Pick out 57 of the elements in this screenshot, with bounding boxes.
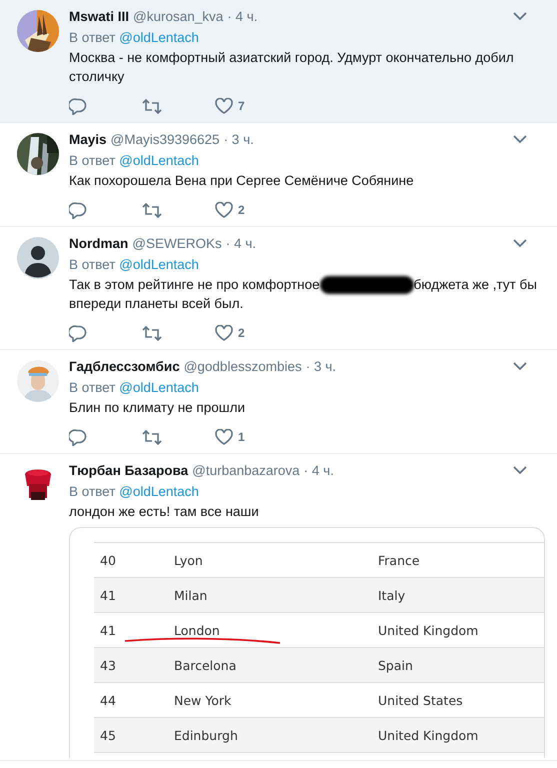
table-cell-text: 43 xyxy=(99,658,117,673)
user-name[interactable]: Nordman xyxy=(69,236,128,251)
table-cell-text: 41 xyxy=(99,622,117,638)
mention-link[interactable]: @oldLentach xyxy=(119,30,199,45)
table-cell-text: 40 xyxy=(99,552,117,568)
user-handle[interactable]: @godblesszombies xyxy=(184,359,302,374)
reply-context: В ответ @oldLentach xyxy=(69,483,200,502)
reply-context: В ответ @oldLentach xyxy=(69,29,200,47)
tweet-time[interactable]: · 4 ч. xyxy=(227,9,258,24)
table-cell: United Kingdom xyxy=(378,622,478,638)
user-name[interactable]: Гадблессзомбис xyxy=(69,359,180,374)
reply-context: В ответ @oldLentach xyxy=(69,256,200,274)
table-cell-text: 44 xyxy=(99,692,117,708)
table-cell-text: London xyxy=(174,622,221,638)
tweet-text: Блин по климату не прошли xyxy=(69,399,246,418)
mention-link[interactable]: @oldLentach xyxy=(119,380,199,396)
mention-link[interactable]: @oldLentach xyxy=(119,484,199,500)
reply-context: В ответ @oldLentach xyxy=(69,152,200,170)
user-handle[interactable]: @Mayis39396625 xyxy=(110,132,220,147)
user-handle[interactable]: @SEWEROKs xyxy=(132,236,222,251)
tweet-text: Как похорошела Вена при Сергее Семёниче Собянине xyxy=(69,172,415,190)
table-cell: France xyxy=(378,552,420,568)
table-cell-text: Barcelona xyxy=(174,658,238,673)
table-cell: United States xyxy=(378,692,463,708)
table-cell-text: 45 xyxy=(99,728,117,743)
like-count: 7 xyxy=(238,99,245,113)
table-cell-text: 41 xyxy=(99,588,117,603)
user-handle[interactable]: @turbanbazarova xyxy=(192,463,300,478)
table-cell-text: New York xyxy=(174,692,232,708)
tweet-text: Москва - не комфортный азиатский город. Удмурт окончательно добил столичку xyxy=(69,49,515,86)
tweet-card[interactable]: Mswati III @kurosan_kva · 4 ч. В ответ @oldLentach Москва - не комфортный азиатский город. Удмурт окончательно добил столичку 7 xyxy=(0,0,557,122)
reply-context: В ответ @oldLentach xyxy=(69,379,200,398)
table-cell: Spain xyxy=(378,658,413,673)
mention-link[interactable]: @oldLentach xyxy=(119,153,199,168)
tweet-card[interactable]: Nordman @SEWEROKs · 4 ч. В ответ @oldLentach Так в этом рейтинге не про комфортное бюджета же ,тут бы впереди планеты всей был. 2 xyxy=(0,227,557,350)
like-count: 1 xyxy=(238,430,245,444)
user-handle[interactable]: @kurosan_kva xyxy=(133,9,224,24)
like-count: 2 xyxy=(238,203,245,217)
tweet-time[interactable]: · 3 ч. xyxy=(224,132,254,147)
table-cell: United Kingdom xyxy=(378,728,478,743)
tweet-time[interactable]: · 4 ч. xyxy=(226,236,256,251)
table-cell-text: Lyon xyxy=(174,552,204,568)
table-cell-text: Milan xyxy=(174,588,208,603)
user-name[interactable]: Mayis xyxy=(69,132,107,147)
tweet-time[interactable]: · 4 ч. xyxy=(304,463,334,478)
tweet-card[interactable]: Mayis @Mayis39396625 · 3 ч. В ответ @oldLentach Как похорошела Вена при Сергее Семёниче Собянине 2 xyxy=(0,123,557,226)
table-image[interactable]: 40 Lyon France 41 Milan Italy 41 London United Kingdom 43 Barcelona Spain 44 New York United States 45 Edinburgh United Kingdom xyxy=(69,527,545,758)
mention-link[interactable]: @oldLentach xyxy=(119,257,199,272)
user-name[interactable]: Тюрбан Базарова xyxy=(69,463,188,478)
tweet-text: Так в этом рейтинге не про комфортное бюджета же ,тут бы впереди планеты всей был. xyxy=(69,275,538,314)
tweet-card[interactable]: Гадблессзомбис @godblesszombies · 3 ч. В ответ @oldLentach Блин по климату не прошли 1 xyxy=(0,350,557,454)
like-count: 2 xyxy=(238,326,245,340)
table-cell-text: Edinburgh xyxy=(174,728,239,743)
tweet-text: лондон же есть! там все наши xyxy=(69,503,260,522)
table-cell: Italy xyxy=(378,588,406,603)
tweet-time[interactable]: · 3 ч. xyxy=(306,359,336,374)
user-name[interactable]: Mswati III xyxy=(69,9,130,24)
